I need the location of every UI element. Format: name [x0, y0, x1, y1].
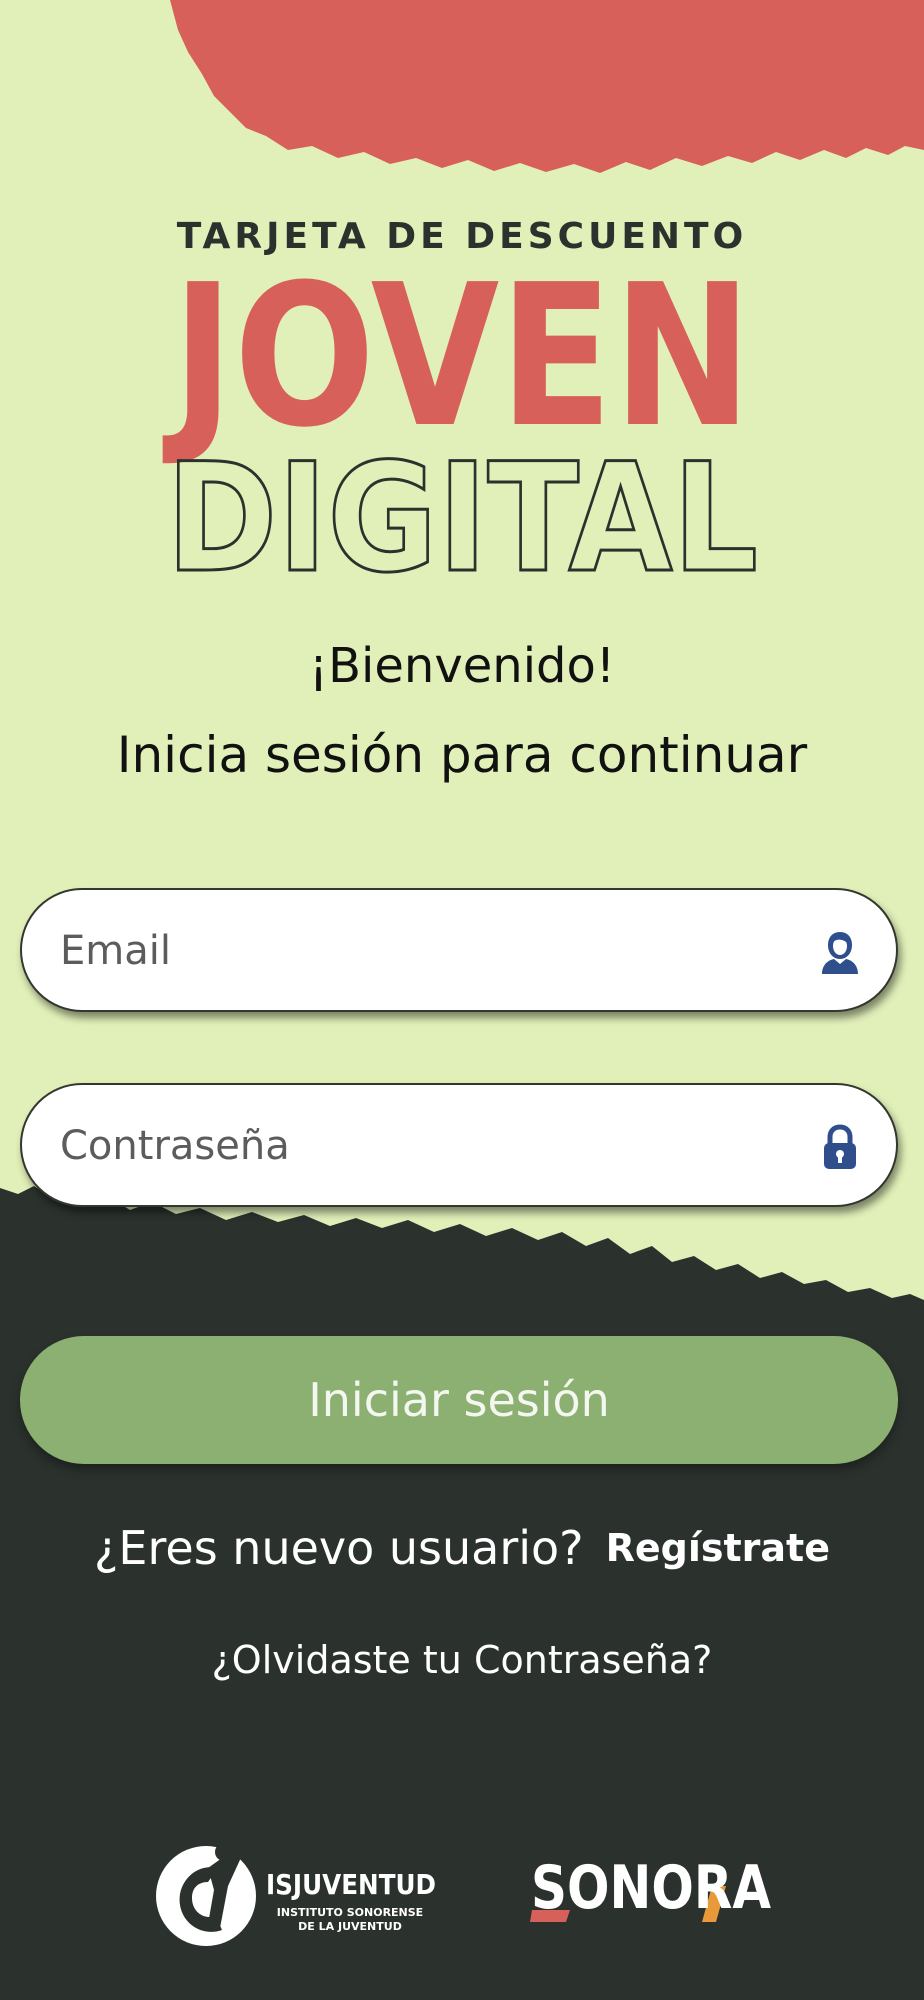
- sonora-logo: SONORA: [530, 1853, 771, 1923]
- register-link[interactable]: Regístrate: [606, 1526, 830, 1570]
- logo-title-digital: DIGITAL: [166, 432, 758, 600]
- login-button[interactable]: Iniciar sesión: [20, 1336, 898, 1464]
- isjuventud-emblem-icon: [156, 1838, 256, 1946]
- register-row: ¿Eres nuevo usuario? Regístrate: [0, 1518, 924, 1578]
- isjuventud-subtitle-1: INSTITUTO SONORENSE: [277, 1906, 423, 1919]
- register-question: ¿Eres nuevo usuario?: [94, 1521, 584, 1575]
- password-input[interactable]: [58, 1085, 802, 1207]
- isjuventud-subtitle-2: DE LA JUVENTUD: [298, 1920, 402, 1933]
- app-logo: TARJETA DE DESCUENTO JOVEN DIGITAL: [163, 216, 760, 600]
- email-input[interactable]: [58, 890, 802, 1012]
- lock-icon: [824, 1124, 856, 1169]
- bottom-torn-paper-shape: [0, 1186, 924, 2000]
- welcome-greeting: ¡Bienvenido!: [308, 638, 616, 694]
- top-torn-paper-shape: [170, 0, 924, 173]
- sonora-wordmark: SONORA: [531, 1853, 771, 1923]
- user-icon: [822, 932, 858, 974]
- forgot-password-link[interactable]: ¿Olvidaste tu Contraseña?: [0, 1638, 924, 1682]
- email-field[interactable]: [20, 888, 898, 1012]
- isjuventud-logo: ISJUVENTUD INSTITUTO SONORENSE DE LA JUV…: [156, 1838, 436, 1946]
- isjuventud-name: ISJUVENTUD: [266, 1868, 436, 1901]
- welcome-subtitle: Inicia sesión para continuar: [116, 726, 808, 784]
- password-field[interactable]: [20, 1083, 898, 1207]
